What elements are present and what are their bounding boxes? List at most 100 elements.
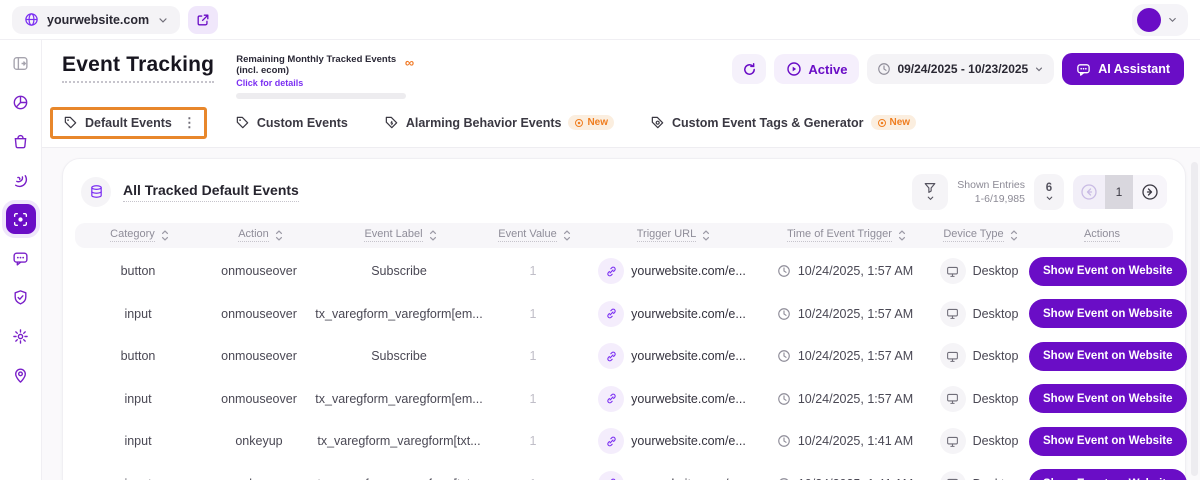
cell-time: 10/24/2025, 1:41 AM [761,434,929,448]
arrow-right-circle-icon [1141,183,1159,201]
column-header[interactable]: Actions [1031,228,1173,242]
cell-trigger-url[interactable]: yourwebsite.com/e... [583,301,761,327]
pie-chart-icon [12,94,29,111]
cell-time: 10/24/2025, 1:57 AM [761,392,929,406]
tab-default-events[interactable]: Default Events ⋮ [50,107,207,139]
cell-event-label: Subscribe [315,349,483,363]
column-header[interactable]: Action [205,228,317,242]
page-header: Event Tracking Remaining Monthly Tracked… [42,40,1200,103]
next-page-button[interactable] [1133,175,1167,209]
column-header[interactable]: Trigger URL [585,228,763,242]
sort-icon[interactable] [1009,229,1019,242]
globe-icon [24,12,39,27]
link-icon [598,428,624,454]
sidebar-item-visitor-location[interactable] [6,360,36,390]
tab-alarming-behavior-events[interactable]: Alarming Behavior Events New [376,110,622,135]
show-event-button[interactable]: Show Event on Website [1029,257,1187,286]
table-row: input onkeyup tx_varegform_varegform[txt… [73,462,1175,480]
column-header[interactable]: Device Type [931,228,1031,242]
vertical-scrollbar[interactable] [1191,162,1198,476]
sidebar-item-collapse-panel[interactable] [6,48,36,78]
tracking-status-button[interactable]: Active [774,54,859,84]
monitor-icon [940,428,966,454]
sort-icon[interactable] [897,229,907,242]
website-selector-label: yourwebsite.com [47,13,149,27]
chevron-down-icon [1034,64,1044,74]
tab-label: Custom Events [257,116,348,130]
column-header[interactable]: Event Label [317,228,485,242]
sidebar-item-communication[interactable] [6,243,36,273]
cell-trigger-url[interactable]: yourwebsite.com/e... [583,343,761,369]
sidebar-item-analytics[interactable] [6,87,36,117]
show-event-button[interactable]: Show Event on Website [1029,299,1187,328]
column-header[interactable]: Time of Event Trigger [763,228,931,242]
tab-custom-events[interactable]: Custom Events [227,110,356,135]
cell-trigger-url[interactable]: yourwebsite.com/e... [583,471,761,480]
sort-icon[interactable] [274,229,284,242]
monitor-icon [940,258,966,284]
shopping-bag-icon [12,133,29,150]
shield-check-icon [12,289,29,306]
cell-actions: Show Event on Website [1029,427,1187,456]
clock-icon [777,392,791,406]
current-page: 1 [1105,175,1133,209]
date-range-picker[interactable]: 09/24/2025 - 10/23/2025 [867,54,1054,84]
cell-trigger-url[interactable]: yourwebsite.com/e... [583,386,761,412]
cell-trigger-url[interactable]: yourwebsite.com/e... [583,428,761,454]
sort-icon[interactable] [160,229,170,242]
cell-event-label: tx_varegform_varegform[txt... [315,434,483,448]
chevron-down-icon [1167,14,1178,25]
sidebar-item-behavior[interactable] [6,165,36,195]
content-area: All Tracked Default Events Shown Entries… [42,148,1200,480]
cell-actions: Show Event on Website [1029,469,1187,480]
cell-action: onkeyup [203,434,315,448]
collapse-panel-icon [12,55,29,72]
show-event-button[interactable]: Show Event on Website [1029,342,1187,371]
filter-button[interactable] [912,174,948,210]
new-badge: New [568,115,614,130]
new-badge: New [871,115,917,130]
sidebar-item-event-tracking[interactable] [6,204,36,234]
previous-page-button[interactable] [1073,175,1105,209]
location-pin-icon [12,367,29,384]
sort-icon[interactable] [428,229,438,242]
tab-bar: Default Events ⋮ Custom Events Alarming … [42,103,1200,148]
cell-device: Desktop [929,343,1029,369]
show-event-button[interactable]: Show Event on Website [1029,469,1187,480]
open-website-button[interactable] [188,6,218,34]
cell-trigger-url[interactable]: yourwebsite.com/e... [583,258,761,284]
card-controls: Shown Entries 1-6/19,985 6 1 [912,174,1167,210]
show-event-button[interactable]: Show Event on Website [1029,427,1187,456]
sidebar-item-ecommerce[interactable] [6,126,36,156]
sidebar-item-privacy[interactable] [6,282,36,312]
cell-device: Desktop [929,301,1029,327]
ai-assistant-button[interactable]: AI Assistant [1062,53,1184,85]
page-size-select[interactable]: 6 [1034,174,1064,210]
chevron-down-icon [157,14,169,26]
shown-entries: Shown Entries 1-6/19,985 [957,178,1025,206]
sort-icon[interactable] [562,229,572,242]
cell-action: onmouseover [203,392,315,406]
sidebar-item-settings[interactable] [6,321,36,351]
cell-event-value: 1 [483,307,583,321]
refresh-button[interactable] [732,54,766,84]
card-title: All Tracked Default Events [123,182,299,202]
column-header[interactable]: Event Value [485,228,585,242]
sidebar [0,40,42,480]
sort-icon[interactable] [701,229,711,242]
clock-icon [777,264,791,278]
click-for-details-link[interactable]: Click for details [236,78,414,88]
cell-category: input [73,477,203,480]
tab-custom-event-tags-generator[interactable]: Custom Event Tags & Generator New [642,110,924,135]
cell-actions: Show Event on Website [1029,384,1187,413]
show-event-button[interactable]: Show Event on Website [1029,384,1187,413]
cell-device: Desktop [929,258,1029,284]
column-header[interactable]: Category [75,228,205,242]
link-icon [598,343,624,369]
cell-actions: Show Event on Website [1029,342,1187,371]
remaining-events-widget[interactable]: Remaining Monthly Tracked Events (incl. … [236,55,414,99]
website-selector[interactable]: yourwebsite.com [12,6,180,34]
tab-options-kebab-icon[interactable]: ⋮ [183,115,196,131]
infinity-value: ∞ [405,56,414,69]
account-menu[interactable] [1132,4,1188,36]
